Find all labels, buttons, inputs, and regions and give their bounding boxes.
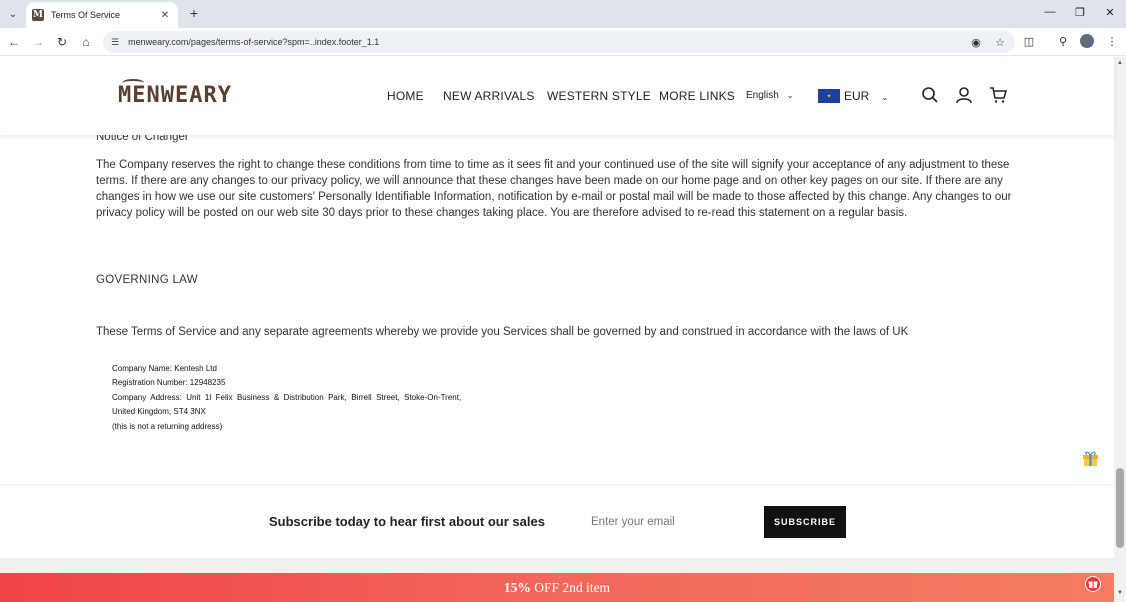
governing-law-heading: GOVERNING LAW (96, 274, 198, 286)
more-menu-icon[interactable]: ⋮ (1104, 34, 1120, 50)
company-address-line-2: United Kingdom, ST4 3NX (112, 407, 206, 417)
company-info: Company Name: Kentesh Ltd Registration N… (112, 362, 461, 434)
eye-off-icon[interactable]: ◉ (969, 36, 983, 49)
nav-more-links[interactable]: MORE LINKS (659, 89, 735, 103)
search-icon[interactable] (921, 86, 939, 104)
newsletter-title: Subscribe today to hear first about our … (269, 514, 545, 529)
promo-bar[interactable]: 15% OFF 2nd item (0, 573, 1114, 602)
subscribe-button[interactable]: SUBSCRIBE (764, 506, 846, 538)
eu-flag-icon[interactable]: ✦ (818, 89, 840, 103)
favicon-icon: M (32, 9, 44, 21)
nav-western-style[interactable]: WESTERN STYLE (547, 89, 651, 103)
url-text[interactable]: menweary.com/pages/terms-of-service?spm=… (128, 37, 959, 47)
extensions-icon[interactable]: ◫ (1021, 34, 1037, 50)
labs-flask-icon[interactable]: ⚲ (1055, 34, 1071, 50)
gift-badge-icon[interactable] (1085, 576, 1101, 592)
page-scrollbar[interactable]: ▲ ▼ (1114, 57, 1126, 602)
new-tab-icon[interactable]: + (186, 5, 202, 21)
returning-address-note: (this is not a returning address) (112, 421, 223, 431)
currency-selector[interactable]: EUR ⌄ (844, 89, 888, 103)
home-icon[interactable]: ⌂ (78, 34, 94, 50)
browser-tabbar: ⌄ M Terms Of Service ✕ + — ❐ ✕ (0, 0, 1126, 28)
tab-title: Terms Of Service (51, 10, 121, 20)
browser-tab[interactable]: M Terms Of Service ✕ (26, 2, 178, 28)
gift-icon (1088, 581, 1098, 588)
company-address-line: Company Address: Unit 1l Felix Business … (112, 392, 462, 402)
newsletter-section: Subscribe today to hear first about our … (0, 484, 1114, 558)
scroll-down-icon[interactable]: ▼ (1117, 590, 1123, 596)
forward-icon[interactable]: → (30, 34, 46, 50)
chevron-down-icon: ⌄ (881, 93, 889, 102)
registration-number-line: Registration Number: 12948235 (112, 378, 226, 388)
language-label: English (746, 90, 779, 101)
cart-icon[interactable] (989, 86, 1007, 104)
window-close-icon[interactable]: ✕ (1102, 6, 1118, 19)
restore-icon[interactable]: ❐ (1072, 6, 1088, 19)
gift-icon[interactable] (1082, 450, 1099, 466)
nav-home[interactable]: HOME (387, 89, 424, 103)
promo-label: OFF 2nd item (530, 579, 611, 595)
back-icon[interactable]: ← (6, 34, 22, 50)
tab-search-chevron-icon[interactable]: ⌄ (4, 5, 22, 23)
email-input[interactable] (583, 507, 763, 537)
scrollbar-thumb[interactable] (1116, 468, 1124, 548)
language-selector[interactable]: English ⌄ (746, 90, 794, 101)
profile-avatar-icon[interactable] (1080, 34, 1094, 48)
browser-toolbar: ← → ↻ ⌂ ☰ menweary.com/pages/terms-of-se… (0, 28, 1126, 56)
bookmark-star-icon[interactable]: ☆ (993, 36, 1007, 49)
site-header: MENWEARY HOME NEW ARRIVALS WESTERN STYLE… (0, 57, 1114, 135)
account-icon[interactable] (955, 86, 973, 104)
minimize-icon[interactable]: — (1042, 6, 1058, 18)
notice-paragraph: The Company reserves the right to change… (96, 159, 1012, 219)
reload-icon[interactable]: ↻ (54, 34, 70, 50)
currency-label: EUR (844, 89, 870, 103)
promo-text: 15% OFF 2nd item (504, 580, 610, 596)
governing-law-text: These Terms of Service and any separate … (96, 326, 909, 338)
nav-new-arrivals[interactable]: NEW ARRIVALS (443, 89, 535, 103)
site-info-icon[interactable]: ☰ (111, 37, 119, 48)
chevron-down-icon: ⌄ (786, 91, 794, 100)
scroll-up-icon[interactable]: ▲ (1117, 60, 1123, 66)
company-name-line: Company Name: Kentesh Ltd (112, 364, 217, 373)
tab-close-icon[interactable]: ✕ (158, 10, 172, 21)
address-bar[interactable]: ☰ menweary.com/pages/terms-of-service?sp… (103, 31, 1015, 53)
site-logo[interactable]: MENWEARY (118, 83, 232, 108)
promo-percent: 15% (503, 579, 531, 595)
footer-band (0, 558, 1114, 573)
